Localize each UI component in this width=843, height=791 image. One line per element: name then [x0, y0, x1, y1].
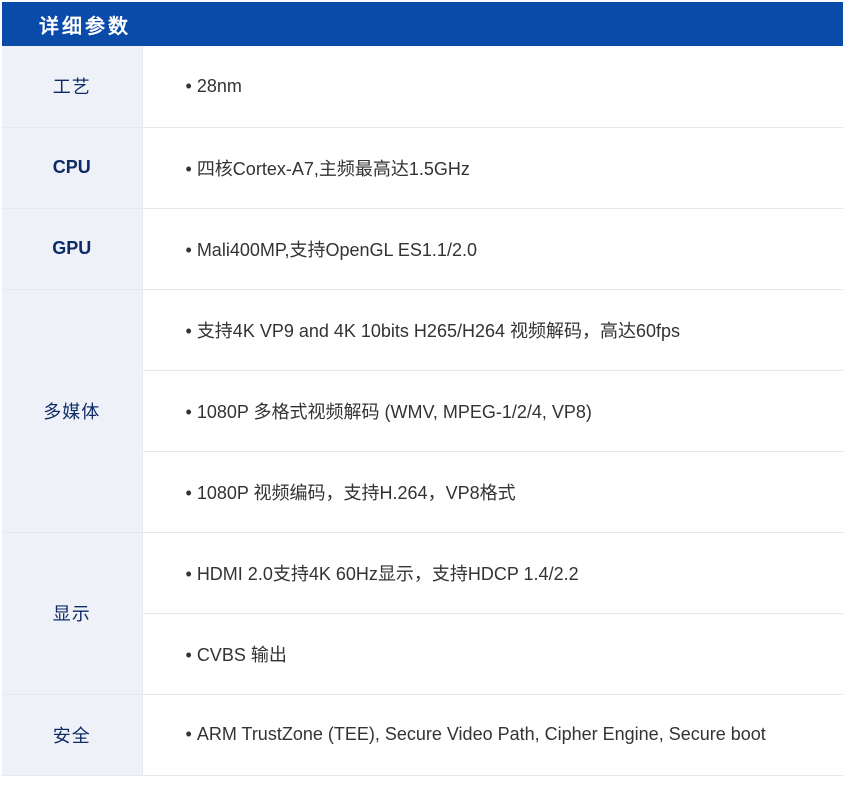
table-row: 多媒体 • 支持4K VP9 and 4K 10bits H265/H264 视频… — [2, 289, 843, 533]
row-label-multimedia: 多媒体 — [2, 289, 143, 533]
bullet-icon: • — [185, 239, 192, 260]
row-value-text: Mali400MP,支持OpenGL ES1.1/2.0 — [196, 239, 477, 260]
table-row: 安全 • ARM TrustZone (TEE), Secure Video Pa… — [2, 694, 843, 776]
row-value: • 四核Cortex-A7,主频最高达1.5GHz — [142, 127, 843, 209]
row-value-text: 1080P 多格式视频解码 (WMV, MPEG-1/2/4, VP8) — [196, 401, 592, 422]
row-value-text: 1080P 视频编码，支持H.264，VP8格式 — [196, 482, 516, 503]
row-value: • HDMI 2.0支持4K 60Hz显示，支持HDCP 1.4/2.2 — [142, 532, 843, 614]
row-value: • 28nm — [142, 46, 843, 128]
row-value-text: 支持4K VP9 and 4K 10bits H265/H264 视频解码，高达… — [196, 320, 681, 341]
row-label-display: 显示 — [2, 532, 143, 695]
row-value-text: ARM TrustZone (TEE), Secure Video Path, … — [196, 724, 766, 744]
row-value-text: HDMI 2.0支持4K 60Hz显示，支持HDCP 1.4/2.2 — [196, 563, 579, 584]
row-value-text: 四核Cortex-A7,主频最高达1.5GHz — [196, 158, 470, 179]
section-header: 详细参数 — [2, 2, 843, 46]
row-label-gpu: GPU — [2, 208, 143, 290]
row-label-cpu: CPU — [2, 127, 143, 209]
row-value: • ARM TrustZone (TEE), Secure Video Path,… — [142, 694, 843, 776]
table-row: CPU • 四核Cortex-A7,主频最高达1.5GHz — [2, 127, 843, 209]
row-value: • 支持4K VP9 and 4K 10bits H265/H264 视频解码，高… — [142, 289, 843, 371]
row-value: • Mali400MP,支持OpenGL ES1.1/2.0 — [142, 208, 843, 290]
table-row: 显示 • HDMI 2.0支持4K 60Hz显示，支持HDCP 1.4/2.2 — [2, 532, 843, 695]
spec-table: 工艺 • 28nm CPU • 四核Cortex-A7,主频最高达1.5GHz GP… — [2, 46, 843, 776]
bullet-icon: • — [185, 401, 192, 422]
bullet-icon: • — [185, 320, 192, 341]
row-value: • CVBS 输出 — [142, 613, 843, 695]
row-label-process: 工艺 — [2, 46, 143, 128]
bullet-icon: • — [185, 563, 192, 584]
bullet-icon: • — [185, 724, 192, 744]
section-title: 详细参数 — [39, 13, 131, 38]
bullet-icon: • — [185, 644, 192, 665]
bullet-icon: • — [185, 482, 192, 503]
row-value-text: 28nm — [196, 75, 242, 96]
bullet-icon: • — [185, 75, 192, 96]
row-value-text: CVBS 输出 — [196, 644, 287, 665]
bullet-icon: • — [185, 158, 192, 179]
row-label-security: 安全 — [2, 694, 143, 776]
table-row: GPU • Mali400MP,支持OpenGL ES1.1/2.0 — [2, 208, 843, 290]
table-row: 工艺 • 28nm — [2, 46, 843, 128]
row-value: • 1080P 多格式视频解码 (WMV, MPEG-1/2/4, VP8) — [142, 370, 843, 452]
row-value: • 1080P 视频编码，支持H.264，VP8格式 — [142, 451, 843, 533]
